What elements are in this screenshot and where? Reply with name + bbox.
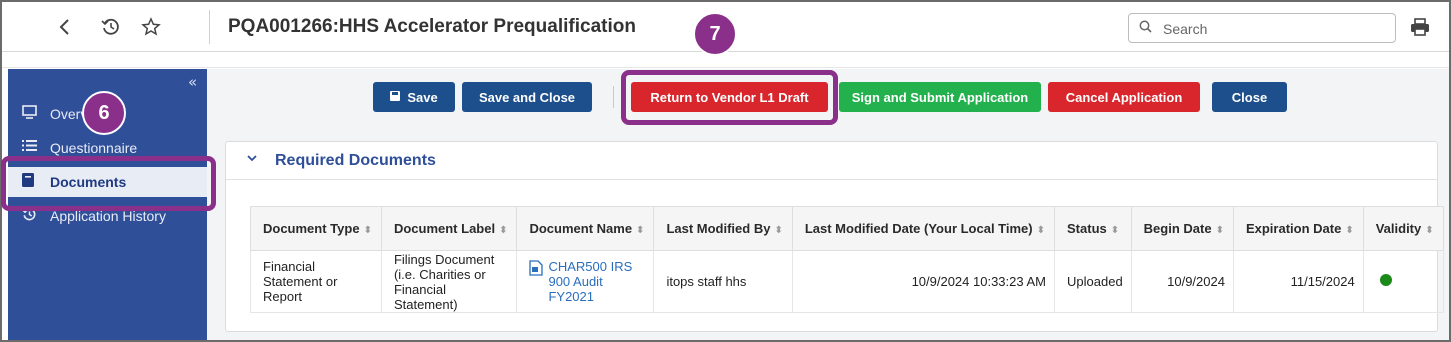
sign-and-submit-button[interactable]: Sign and Submit Application <box>839 82 1041 112</box>
documents-highlight-box <box>1 156 216 211</box>
document-link[interactable]: CHAR500 IRS 900 Audit FY2021 <box>529 259 645 304</box>
column-header-document-type[interactable]: Document Type ⬍ <box>250 206 382 251</box>
table-row: Financial Statement or Report Filings Do… <box>250 250 1444 313</box>
sort-icon: ⬍ <box>499 225 508 236</box>
header-spacer <box>2 53 1449 68</box>
documents-table: Document Type ⬍ Document Label ⬍ Document … <box>250 206 1444 313</box>
column-header-last-modified-by[interactable]: Last Modified By ⬍ <box>653 206 793 251</box>
chevron-down-icon[interactable] <box>246 152 258 168</box>
column-header-document-label[interactable]: Document Label ⬍ <box>380 206 518 251</box>
search-input[interactable]: Search <box>1128 13 1396 43</box>
cell-document-name: CHAR500 IRS 900 Audit FY2021 <box>516 250 655 313</box>
save-button[interactable]: Save <box>373 82 455 112</box>
history-icon[interactable] <box>98 14 124 40</box>
save-label: Save <box>407 89 438 105</box>
back-icon[interactable] <box>52 14 78 40</box>
sort-icon: ⬍ <box>1425 225 1434 236</box>
search-icon <box>1139 20 1152 37</box>
return-button-highlight-box <box>621 70 838 125</box>
sidebar-item-label: Questionnaire <box>50 140 138 156</box>
cell-expiration-date: 11/15/2024 <box>1232 250 1364 313</box>
column-header-validity[interactable]: Validity ⬍ <box>1362 206 1444 251</box>
close-button[interactable]: Close <box>1212 82 1287 112</box>
column-header-begin-date[interactable]: Begin Date ⬍ <box>1130 206 1234 251</box>
table-header-row: Document Type ⬍ Document Label ⬍ Document … <box>250 206 1444 251</box>
toolbar-divider <box>613 86 614 108</box>
sort-icon: ⬍ <box>774 225 783 236</box>
cell-begin-date: 10/9/2024 <box>1130 250 1234 313</box>
cell-document-label: Filings Document (i.e. Charities or Fina… <box>380 250 518 313</box>
star-icon[interactable] <box>138 14 164 40</box>
section-title: Required Documents <box>275 152 436 169</box>
column-header-expiration-date[interactable]: Expiration Date ⬍ <box>1232 206 1364 251</box>
search-placeholder: Search <box>1163 21 1208 37</box>
cell-document-type: Financial Statement or Report <box>250 250 382 313</box>
cell-last-modified-by: itops staff hhs <box>653 250 793 313</box>
sort-icon: ⬍ <box>1036 225 1046 236</box>
column-header-document-name[interactable]: Document Name ⬍ <box>516 206 655 251</box>
column-header-last-modified-date[interactable]: Last Modified Date (Your Local Time) ⬍ <box>791 206 1056 251</box>
panel-header[interactable]: Required Documents <box>226 142 1437 180</box>
monitor-icon <box>22 105 38 121</box>
list-icon <box>22 139 38 155</box>
step-badge-7: 7 <box>693 12 737 56</box>
collapse-sidebar-icon[interactable]: « <box>188 73 197 91</box>
cancel-application-button[interactable]: Cancel Application <box>1048 82 1200 112</box>
toolbar-divider <box>209 10 210 44</box>
cell-status: Uploaded <box>1054 250 1132 313</box>
sort-icon: ⬍ <box>1345 225 1354 236</box>
document-icon <box>529 260 544 276</box>
sort-icon: ⬍ <box>636 225 645 236</box>
step-badge-6: 6 <box>82 91 126 135</box>
print-icon[interactable] <box>1410 18 1430 36</box>
sort-icon: ⬍ <box>363 225 372 236</box>
save-and-close-button[interactable]: Save and Close <box>462 82 592 112</box>
cell-validity <box>1362 250 1444 313</box>
sort-icon: ⬍ <box>1110 225 1120 236</box>
page-title: PQA001266:HHS Accelerator Prequalificati… <box>228 16 636 37</box>
cell-last-modified-date: 10/9/2024 10:33:23 AM <box>791 250 1056 313</box>
save-icon <box>390 90 401 104</box>
column-header-status[interactable]: Status ⬍ <box>1054 206 1132 251</box>
sort-icon: ⬍ <box>1215 225 1224 236</box>
validity-status-icon <box>1379 274 1392 286</box>
